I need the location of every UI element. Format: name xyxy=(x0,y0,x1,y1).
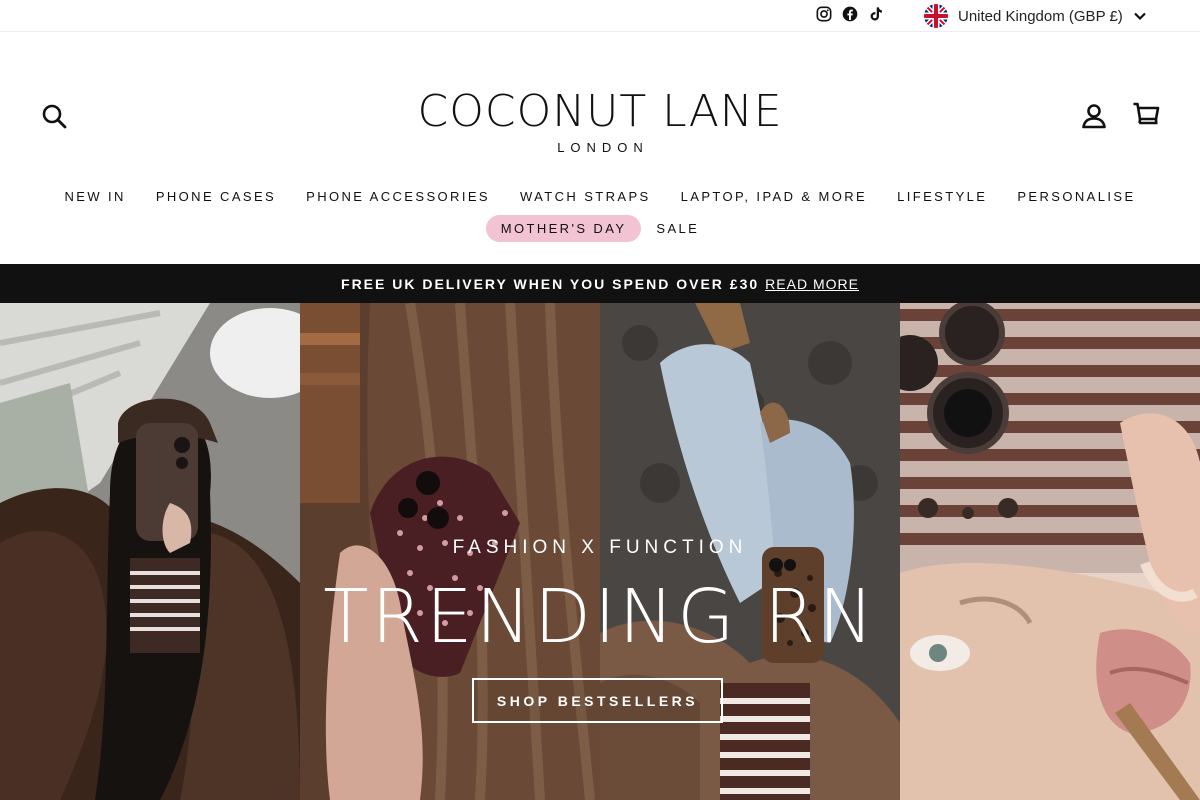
instagram-icon[interactable] xyxy=(816,6,832,22)
chevron-down-icon xyxy=(1134,12,1146,21)
search-icon[interactable] xyxy=(40,102,68,130)
announcement-bar: FREE UK DELIVERY WHEN YOU SPEND OVER £30… xyxy=(0,264,1200,303)
hero-kicker: FASHION X FUNCTION xyxy=(452,537,748,558)
nav-item-lifestyle[interactable]: LIFESTYLE xyxy=(882,183,1002,210)
nav-item-phone-accessories[interactable]: PHONE ACCESSORIES xyxy=(291,183,505,210)
nav-row-secondary: MOTHER'S DAY SALE xyxy=(0,212,1200,244)
hero-overlay: FASHION X FUNCTION TRENDING RN SHOP BEST… xyxy=(0,303,1200,800)
hero-banner: FASHION X FUNCTION TRENDING RN SHOP BEST… xyxy=(0,303,1200,800)
uk-flag-icon xyxy=(924,4,948,28)
account-icon[interactable] xyxy=(1080,102,1108,130)
currency-selector[interactable]: United Kingdom (GBP £) xyxy=(924,4,1147,28)
nav-item-phone-cases[interactable]: PHONE CASES xyxy=(141,183,291,210)
nav-item-personalise[interactable]: PERSONALISE xyxy=(1002,183,1150,210)
nav-row-primary: NEW IN PHONE CASES PHONE ACCESSORIES WAT… xyxy=(0,180,1200,212)
nav-item-watch-straps[interactable]: WATCH STRAPS xyxy=(505,183,666,210)
nav-item-mothers-day[interactable]: MOTHER'S DAY xyxy=(485,214,642,242)
shop-bestsellers-button[interactable]: SHOP BESTSELLERS xyxy=(472,678,723,723)
logo-subtitle: LONDON xyxy=(557,140,649,155)
facebook-icon[interactable] xyxy=(842,6,858,22)
announcement-text: FREE UK DELIVERY WHEN YOU SPEND OVER £30 xyxy=(341,275,760,292)
cart-icon[interactable] xyxy=(1132,100,1160,128)
nav-item-sale[interactable]: SALE xyxy=(641,215,714,242)
social-links xyxy=(816,6,884,22)
logo-wordmark: COCONUT LANE xyxy=(417,86,783,137)
announcement-read-more-link[interactable]: READ MORE xyxy=(765,276,859,292)
tiktok-icon[interactable] xyxy=(868,6,884,22)
currency-label: United Kingdom (GBP £) xyxy=(958,7,1123,25)
main-navigation: NEW IN PHONE CASES PHONE ACCESSORIES WAT… xyxy=(0,180,1200,244)
utility-bar: United Kingdom (GBP £) xyxy=(0,0,1200,32)
site-logo[interactable]: COCONUT LANE LONDON xyxy=(380,86,820,155)
site-header: COCONUT LANE LONDON NEW IN PHONE CASES P… xyxy=(0,32,1200,264)
nav-item-laptop-ipad[interactable]: LAPTOP, IPAD & MORE xyxy=(666,183,882,210)
hero-headline: TRENDING RN xyxy=(323,574,877,660)
nav-item-new-in[interactable]: NEW IN xyxy=(49,183,140,210)
